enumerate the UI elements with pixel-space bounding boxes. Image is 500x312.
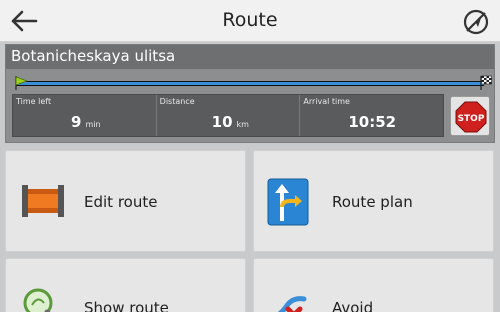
show-route-label: Show route — [84, 299, 169, 312]
distance-unit: km — [236, 120, 249, 129]
arrival-time-label: Arrival time — [303, 97, 350, 106]
avoid-icon — [278, 296, 307, 312]
route-summary-panel: Botanicheskaya ulitsa Time left 9 min Dis… — [5, 44, 495, 143]
top-bar: Route — [0, 0, 500, 42]
start-flag-icon — [15, 76, 28, 90]
stop-route-button[interactable]: STOP — [450, 96, 490, 136]
route-plan-icon — [267, 178, 309, 226]
avoid-tile[interactable]: Avoid — [253, 258, 494, 312]
time-left-stat: Time left 9 min — [13, 95, 157, 136]
time-left-unit: min — [85, 120, 101, 129]
distance-label: Distance — [159, 97, 195, 106]
edit-route-label: Edit route — [84, 193, 158, 211]
route-plan-tile[interactable]: Route plan — [253, 150, 494, 252]
no-gps-icon — [463, 9, 489, 35]
finish-flag-icon — [480, 75, 492, 90]
route-stats: Time left 9 min Distance 10 km Arrival tim… — [12, 94, 444, 137]
route-progress-bar — [16, 81, 484, 86]
avoid-label: Avoid — [332, 299, 374, 312]
stop-sign-icon: STOP — [455, 101, 487, 133]
route-edit-icon — [22, 185, 64, 217]
current-street: Botanicheskaya ulitsa — [6, 45, 494, 69]
time-left-value: 9 — [71, 113, 82, 131]
time-left-label: Time left — [16, 97, 52, 106]
show-route-tile[interactable]: Show route — [5, 258, 246, 312]
route-plan-label: Route plan — [332, 193, 413, 211]
page-title: Route — [222, 9, 278, 31]
arrival-time-value: 10:52 — [348, 113, 397, 131]
magnifier-icon — [23, 288, 53, 312]
arrival-time-stat: Arrival time 10:52 — [300, 95, 443, 136]
route-progress-fill — [16, 82, 484, 85]
stop-sign-label: STOP — [458, 114, 485, 124]
distance-value: 10 — [211, 113, 233, 131]
distance-stat: Distance 10 km — [157, 95, 301, 136]
edit-route-tile[interactable]: Edit route — [5, 150, 246, 252]
gps-status-button[interactable] — [462, 8, 490, 36]
